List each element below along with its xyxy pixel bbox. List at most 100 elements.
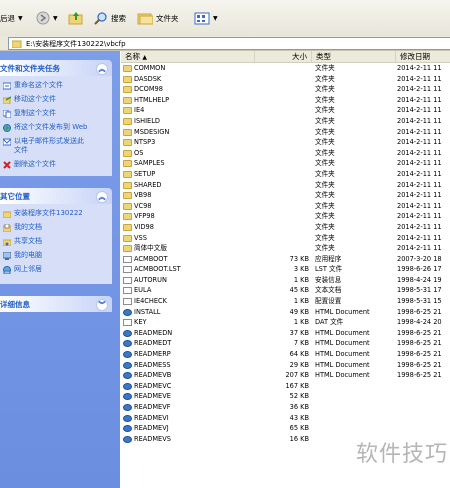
file-row[interactable]: DCOM98 文件夹 2014-2-11 11 <box>121 84 450 95</box>
file-date: 2014-2-11 11 <box>397 85 442 94</box>
task-label: 删除这个文件 <box>14 160 56 168</box>
file-row[interactable]: NTSP3 文件夹 2014-2-11 11 <box>121 137 450 148</box>
file-name: READMERP <box>134 350 171 359</box>
file-row[interactable]: IE4CHECK 1 KB 配置设置 1998-5-31 15 <box>121 296 450 307</box>
file-row[interactable]: VSS 文件夹 2014-2-11 11 <box>121 233 450 244</box>
folder-icon <box>123 223 132 231</box>
file-row[interactable]: ACMBOOT.LST 3 KB LST 文件 1998-6-26 17 <box>121 264 450 275</box>
task-email[interactable]: 以电子邮件形式发送此 文件 <box>3 137 84 157</box>
up-folder-button[interactable] <box>68 9 84 27</box>
file-name: 简体中文版 <box>134 244 167 253</box>
sort-ascending-icon: ▲ <box>142 54 148 61</box>
address-input[interactable]: E:\安装程序文件130222\vbcfp <box>8 37 450 50</box>
file-row[interactable]: SETUP 文件夹 2014-2-11 11 <box>121 169 450 180</box>
file-type: 文件夹 <box>315 244 335 253</box>
column-header-name[interactable]: 名称 ▲ <box>121 51 255 62</box>
place-my-documents[interactable]: 我的文档 <box>3 223 42 233</box>
file-row[interactable]: COMMON 文件夹 2014-2-11 11 <box>121 63 450 74</box>
file-row[interactable]: HTMLHELP 文件夹 2014-2-11 11 <box>121 95 450 106</box>
file-row[interactable]: READMEVF 36 KB <box>121 402 450 413</box>
back-button[interactable]: 后退 ▼ <box>0 9 23 27</box>
file-row[interactable]: READMEVJ 65 KB <box>121 423 450 434</box>
file-row[interactable]: OS 文件夹 2014-2-11 11 <box>121 148 450 159</box>
file-row[interactable]: READMEDN 37 KB HTML Document 1998-6-25 21 <box>121 328 450 339</box>
file-row[interactable]: READMEDT 7 KB HTML Document 1998-6-25 21 <box>121 338 450 349</box>
folders-button[interactable]: 文件夹 <box>137 9 179 27</box>
file-date: 1998-4-24 20 <box>397 318 442 327</box>
file-row[interactable]: READMESS 29 KB HTML Document 1998-6-25 21 <box>121 360 450 371</box>
dropdown-arrow-icon[interactable]: ▼ <box>18 15 23 22</box>
task-move[interactable]: 移动这个文件 <box>3 95 56 105</box>
file-row[interactable]: ISHIELD 文件夹 2014-2-11 11 <box>121 116 450 127</box>
file-date: 2014-2-11 11 <box>397 201 442 210</box>
file-row[interactable]: ACMBOOT 73 KB 应用程序 2007-3-20 18 <box>121 254 450 265</box>
file-row[interactable]: READMEVE 52 KB <box>121 391 450 402</box>
file-type: 文件夹 <box>315 233 335 242</box>
task-rename[interactable]: 重命名这个文件 <box>3 81 63 91</box>
place-shared-documents[interactable]: 共享文档 <box>3 237 42 247</box>
file-size: 49 KB <box>289 307 309 316</box>
file-row[interactable]: IE4 文件夹 2014-2-11 11 <box>121 105 450 116</box>
file-date: 2014-2-11 11 <box>397 106 442 115</box>
folder-icon <box>123 128 132 136</box>
place-parent-folder[interactable]: 安装程序文件130222 <box>3 209 83 219</box>
column-header-size[interactable]: 大小 <box>255 51 312 62</box>
places-panel-header[interactable]: 其它位置 ︽ <box>0 188 112 204</box>
collapse-icon[interactable]: ︽ <box>96 191 108 203</box>
file-row[interactable]: AUTORUN 1 KB 安装信息 1998-4-24 19 <box>121 275 450 286</box>
file-row[interactable]: VB98 文件夹 2014-2-11 11 <box>121 190 450 201</box>
file-row[interactable]: VC98 文件夹 2014-2-11 11 <box>121 201 450 212</box>
forward-button[interactable]: ▼ <box>36 9 58 27</box>
file-size: 16 KB <box>289 434 309 443</box>
file-row[interactable]: 简体中文版 文件夹 2014-2-11 11 <box>121 243 450 254</box>
file-row[interactable]: DASDSK 文件夹 2014-2-11 11 <box>121 74 450 85</box>
file-row[interactable]: MSDESIGN 文件夹 2014-2-11 11 <box>121 127 450 138</box>
delete-icon <box>3 161 11 169</box>
html-document-icon <box>123 329 132 337</box>
file-row[interactable]: READMEVB 207 KB HTML Document 1998-6-25 21 <box>121 370 450 381</box>
forward-icon <box>36 11 50 25</box>
expand-icon[interactable]: ︾ <box>96 299 108 311</box>
file-row[interactable]: SHARED 文件夹 2014-2-11 11 <box>121 180 450 191</box>
task-delete[interactable]: 删除这个文件 <box>3 160 56 170</box>
place-label: 网上邻居 <box>14 265 42 273</box>
file-row[interactable]: READMEVC 167 KB <box>121 381 450 392</box>
details-panel-title: 详细信息 <box>0 299 30 309</box>
place-my-computer[interactable]: 我的电脑 <box>3 251 42 261</box>
file-row[interactable]: KEY 1 KB DAT 文件 1998-4-24 20 <box>121 317 450 328</box>
task-publish-web[interactable]: 将这个文件发布到 Web <box>3 123 88 133</box>
file-name: SHARED <box>134 180 162 189</box>
file-date: 2014-2-11 11 <box>397 191 442 200</box>
file-name: READMEVE <box>134 392 171 401</box>
file-name: OS <box>134 148 144 157</box>
file-name: DCOM98 <box>134 85 163 94</box>
file-row[interactable]: INSTALL 49 KB HTML Document 1998-6-25 21 <box>121 307 450 318</box>
file-type: 文件夹 <box>315 201 335 210</box>
file-row[interactable]: VFP98 文件夹 2014-2-11 11 <box>121 211 450 222</box>
file-row[interactable]: EULA 45 KB 文本文档 1998-5-31 17 <box>121 285 450 296</box>
column-header-date[interactable]: 修改日期 <box>396 51 450 62</box>
views-button[interactable]: ▼ <box>194 9 218 27</box>
tasks-panel-header[interactable]: 文件和文件夹任务 ︽ <box>0 60 112 76</box>
file-name: COMMON <box>134 64 166 72</box>
task-copy[interactable]: 复制这个文件 <box>3 109 56 119</box>
details-panel-header[interactable]: 详细信息 ︾ <box>0 296 112 312</box>
file-row[interactable]: VID98 文件夹 2014-2-11 11 <box>121 222 450 233</box>
file-row[interactable]: READMEVI 43 KB <box>121 413 450 424</box>
column-header-type[interactable]: 类型 <box>312 51 396 62</box>
search-button[interactable]: 搜索 <box>94 9 126 27</box>
collapse-icon[interactable]: ︽ <box>96 63 108 75</box>
dropdown-arrow-icon[interactable]: ▼ <box>53 15 58 22</box>
file-date: 2014-2-11 11 <box>397 138 442 147</box>
file-type: 文件夹 <box>315 116 335 125</box>
file-row[interactable]: READMERP 64 KB HTML Document 1998-6-25 21 <box>121 349 450 360</box>
folders-icon <box>137 13 153 25</box>
html-document-icon <box>123 382 132 390</box>
place-label: 我的电脑 <box>14 251 42 259</box>
file-name: READMEVB <box>134 371 172 380</box>
file-row[interactable]: SAMPLES 文件夹 2014-2-11 11 <box>121 158 450 169</box>
place-network[interactable]: 网上邻居 <box>3 265 42 275</box>
file-icon <box>123 276 132 284</box>
file-type: HTML Document <box>315 328 370 337</box>
dropdown-arrow-icon[interactable]: ▼ <box>213 15 218 22</box>
